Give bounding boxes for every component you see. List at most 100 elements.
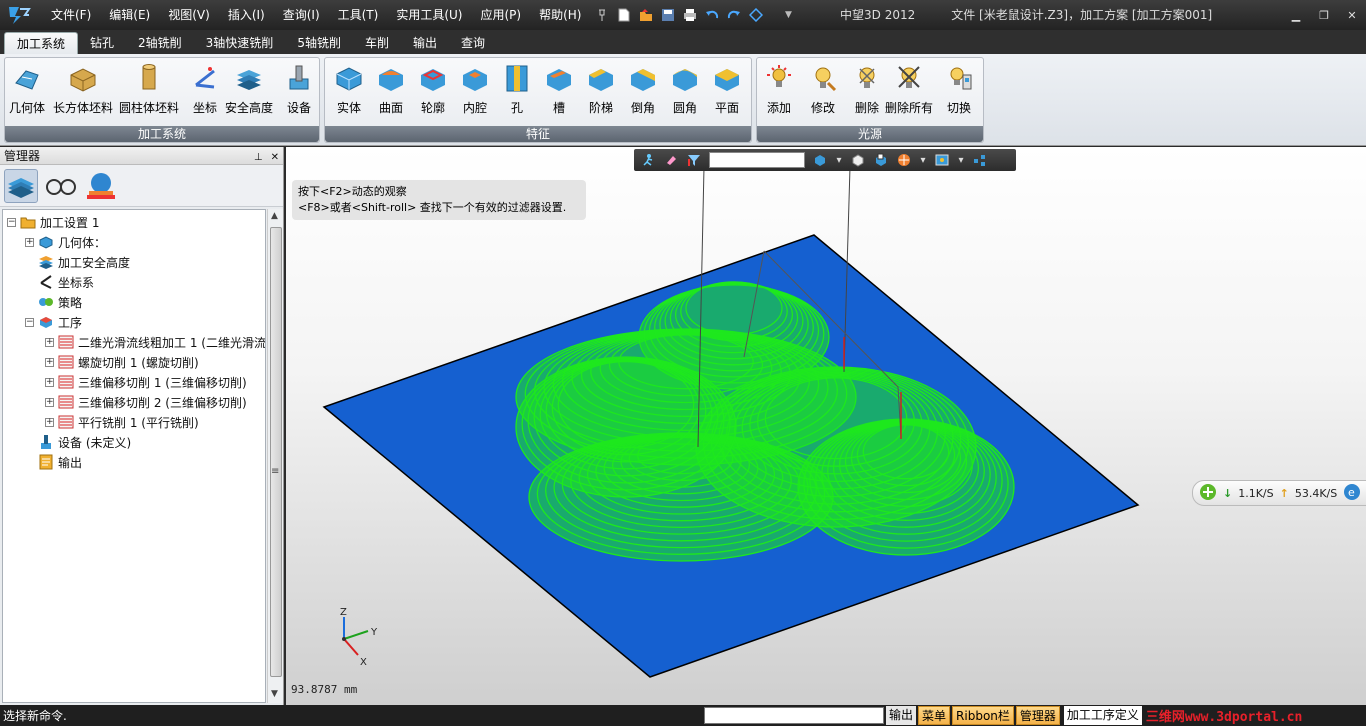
close-panel-icon[interactable]: ✕: [271, 152, 279, 163]
menu-apps[interactable]: 应用(P): [471, 0, 530, 30]
light-add-button[interactable]: 添加: [763, 62, 795, 120]
app-logo-icon[interactable]: [4, 1, 34, 29]
tree-item[interactable]: 策略: [25, 292, 82, 312]
customize-dropdown-icon[interactable]: ▼: [780, 7, 796, 23]
history-tab-icon[interactable]: [4, 168, 38, 203]
feature-slot-button[interactable]: 槽: [543, 62, 575, 120]
feature-chamfer-button[interactable]: 倒角: [627, 62, 659, 120]
box-stock-button[interactable]: 长方体坯料: [53, 62, 113, 120]
tree-expander-icon[interactable]: +: [45, 377, 54, 387]
render-mode-icon[interactable]: [896, 152, 912, 168]
menu-insert[interactable]: 插入(I): [219, 0, 274, 30]
open-file-icon[interactable]: [638, 7, 654, 23]
fit-view-icon[interactable]: [748, 7, 764, 23]
feature-solid-button[interactable]: 实体: [333, 62, 365, 120]
wire-cube-icon[interactable]: [850, 152, 866, 168]
layout-icon[interactable]: [972, 152, 988, 168]
tree-item[interactable]: + 平行铣削 1 (平行铣削): [45, 412, 199, 432]
tree-item[interactable]: 加工安全高度: [25, 252, 130, 272]
view-cube-icon[interactable]: [873, 152, 889, 168]
close-icon[interactable]: ✕: [1338, 0, 1366, 30]
tree-item[interactable]: + 几何体：: [25, 232, 106, 252]
tab-2axis-milling[interactable]: 2轴铣削: [126, 32, 194, 54]
shading-cube-icon[interactable]: [812, 152, 828, 168]
tree-expander-icon[interactable]: +: [45, 397, 54, 407]
feature-fillet-button[interactable]: 圆角: [669, 62, 701, 120]
display-dropdown-icon[interactable]: ▾: [957, 152, 965, 168]
tree-item[interactable]: − 加工设置 1: [7, 212, 99, 232]
scroll-down-icon[interactable]: ▼: [271, 689, 278, 699]
feature-step-button[interactable]: 阶梯: [585, 62, 617, 120]
feature-profile-button[interactable]: 轮廓: [417, 62, 449, 120]
menu-query[interactable]: 查询(I): [274, 0, 329, 30]
menu-utilities[interactable]: 实用工具(U): [387, 0, 471, 30]
tab-3axis-fast-milling[interactable]: 3轴快速铣削: [194, 32, 286, 54]
browser-icon[interactable]: e: [1343, 483, 1361, 504]
menu-view[interactable]: 视图(V): [159, 0, 219, 30]
feature-plane-button[interactable]: 平面: [711, 62, 743, 120]
tree-expander-icon[interactable]: +: [45, 337, 54, 347]
coordinate-button[interactable]: 坐标: [189, 62, 221, 120]
redo-icon[interactable]: [726, 7, 742, 23]
graphics-viewport[interactable]: Z Y X ▾ ▾ ▾ 按下<F2>动态的观察 <F8>或者<Shift-rol…: [286, 147, 1366, 705]
tree-item[interactable]: − 工序: [25, 312, 82, 332]
scroll-thumb[interactable]: [270, 227, 282, 677]
pin-icon[interactable]: [594, 7, 610, 23]
tree-item[interactable]: + 二维光滑流线粗加工 1 (二维光滑流: [45, 332, 265, 352]
shading-dropdown-icon[interactable]: ▾: [835, 152, 843, 168]
statusbar-output-button[interactable]: 输出: [886, 706, 917, 725]
pin-panel-icon[interactable]: ⊥: [254, 152, 263, 163]
tab-query[interactable]: 查询: [449, 32, 497, 54]
cylinder-stock-button[interactable]: 圆柱体坯料: [119, 62, 179, 120]
eraser-icon[interactable]: [663, 152, 679, 168]
machine-button[interactable]: 设备: [283, 62, 315, 120]
tree-item[interactable]: + 三维偏移切削 2 (三维偏移切削): [45, 392, 247, 412]
feature-surface-button[interactable]: 曲面: [375, 62, 407, 120]
tree-scrollbar[interactable]: ▲ ≡ ▼: [267, 209, 283, 703]
menu-tools[interactable]: 工具(T): [329, 0, 388, 30]
restore-icon[interactable]: ❐: [1310, 0, 1338, 30]
view-filter-input[interactable]: [709, 152, 805, 168]
tree-expander-icon[interactable]: −: [25, 317, 34, 327]
tree-expander-icon[interactable]: +: [45, 417, 54, 427]
light-modify-button[interactable]: 修改: [807, 62, 839, 120]
feature-pocket-button[interactable]: 内腔: [459, 62, 491, 120]
print-icon[interactable]: [682, 7, 698, 23]
view-tab-icon[interactable]: [44, 169, 78, 203]
feature-hole-button[interactable]: 孔: [501, 62, 533, 120]
statusbar-ribbon-button[interactable]: Ribbon栏: [952, 706, 1014, 725]
save-icon[interactable]: [660, 7, 676, 23]
render-dropdown-icon[interactable]: ▾: [919, 152, 927, 168]
filter-icon[interactable]: [686, 152, 702, 168]
menu-edit[interactable]: 编辑(E): [100, 0, 159, 30]
add-icon[interactable]: [1199, 483, 1217, 504]
light-delete-button[interactable]: 删除: [851, 62, 883, 120]
tree-expander-icon[interactable]: −: [7, 217, 16, 227]
new-file-icon[interactable]: [616, 7, 632, 23]
tree-item[interactable]: 坐标系: [25, 272, 94, 292]
tab-machining-system[interactable]: 加工系统: [4, 32, 79, 54]
geometry-button[interactable]: 几何体: [9, 62, 45, 120]
tree-expander-icon[interactable]: +: [45, 357, 54, 367]
tree-item[interactable]: + 三维偏移切削 1 (三维偏移切削): [45, 372, 247, 392]
undo-icon[interactable]: [704, 7, 720, 23]
tab-drilling[interactable]: 钻孔: [78, 32, 126, 54]
light-delete-all-button[interactable]: 删除所有: [885, 62, 933, 120]
command-input[interactable]: [704, 707, 884, 724]
tree-item[interactable]: 输出: [25, 452, 82, 472]
tree-item[interactable]: 设备 (未定义): [25, 432, 131, 452]
run-icon[interactable]: [640, 152, 656, 168]
safe-height-button[interactable]: 安全高度: [225, 62, 273, 120]
tab-turning[interactable]: 车削: [353, 32, 401, 54]
statusbar-menu-button[interactable]: 菜单: [918, 706, 951, 725]
light-switch-button[interactable]: 切换: [943, 62, 975, 120]
scroll-up-icon[interactable]: ▲: [271, 211, 278, 221]
display-tab-icon[interactable]: [84, 169, 118, 203]
tab-5axis-milling[interactable]: 5轴铣削: [285, 32, 353, 54]
tree-expander-icon[interactable]: +: [25, 237, 34, 247]
menu-file[interactable]: 文件(F): [42, 0, 100, 30]
menu-help[interactable]: 帮助(H): [530, 0, 590, 30]
tab-output[interactable]: 输出: [401, 32, 449, 54]
tree-item[interactable]: + 螺旋切削 1 (螺旋切削): [45, 352, 199, 372]
statusbar-manager-button[interactable]: 管理器: [1015, 706, 1060, 725]
